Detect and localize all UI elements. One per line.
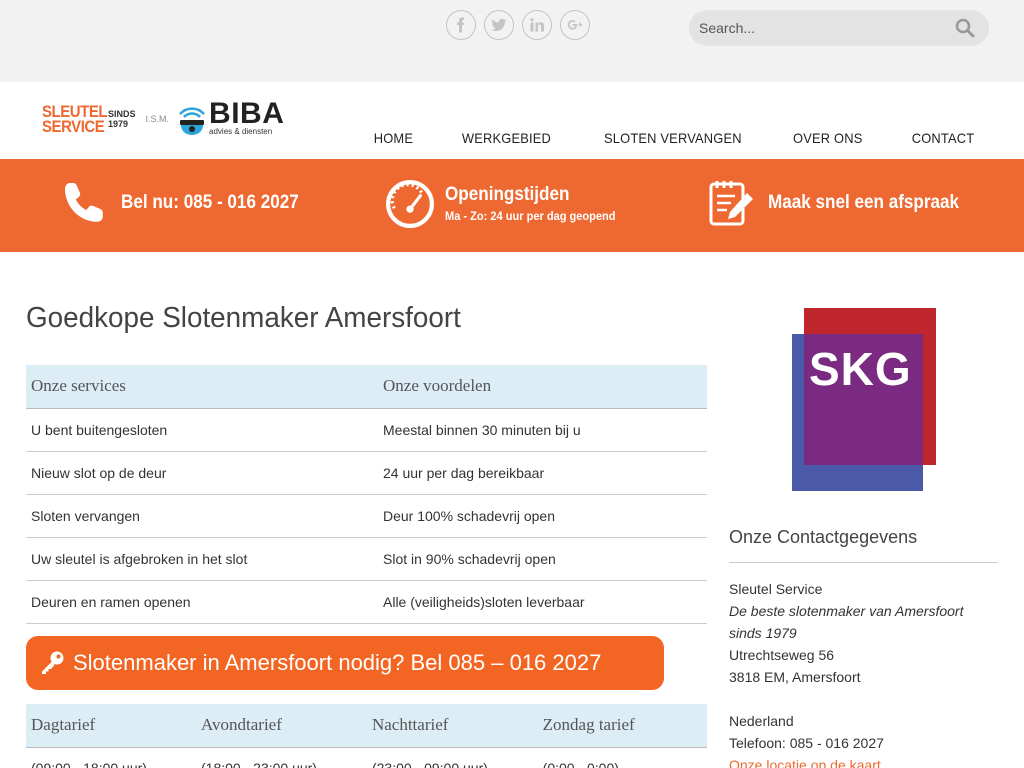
logo-sinds: SINDS (108, 108, 136, 119)
facebook-icon[interactable] (446, 10, 476, 40)
table-cell: Alle (veiligheids)sloten leverbaar (378, 580, 707, 624)
address-street: Utrechtseweg 56 (729, 647, 835, 663)
skg-label: SKG (809, 343, 912, 395)
table-header: Zondag tarief (537, 704, 707, 748)
banner-appointment-label: Maak snel een afspraak (768, 192, 960, 213)
services-table: Onze services Onze voordelen U bent buit… (26, 365, 707, 624)
table-cell: Nieuw slot op de deur (26, 451, 378, 495)
table-header: Dagtarief (26, 704, 197, 748)
nav-sloten-vervangen[interactable]: SLOTEN VERVANGEN (604, 130, 742, 146)
banner-appointment[interactable]: Maak snel een afspraak (707, 179, 980, 227)
search-box (689, 10, 989, 46)
banner-phone[interactable]: Bel nu: 085 - 016 2027 (60, 179, 319, 227)
table-cell: Meestal binnen 30 minuten bij u (378, 408, 707, 452)
logo-biba-sub: advies & diensten (209, 127, 273, 136)
table-cell: U bent buitengesloten (26, 408, 378, 452)
table-cell: (23:00 - 09:00 uur) (371, 759, 488, 768)
banner-hours-sub: Ma - Zo: 24 uur per dag geopend (445, 208, 616, 223)
key-icon (42, 651, 64, 674)
edit-form-icon (709, 181, 753, 226)
table-header: Nachttarief (366, 704, 538, 748)
cta-label: Slotenmaker in Amersfoort nodig? Bel 085… (73, 650, 602, 675)
clock-icon (386, 180, 434, 228)
table-cell: Slot in 90% schadevrij open (378, 537, 707, 581)
table-row: (09:00 - 18:00 uur) (18:00 - 23:00 uur) … (26, 747, 707, 768)
table-header-row: Onze services Onze voordelen (26, 365, 707, 409)
search-input[interactable] (689, 10, 939, 46)
table-row: Sloten vervangen Deur 100% schadevrij op… (26, 494, 707, 538)
table-row: Uw sleutel is afgebroken in het slot Slo… (26, 537, 707, 581)
divider (729, 562, 998, 563)
biba-logo: BIBA advies & diensten (177, 97, 285, 136)
nav-contact[interactable]: CONTACT (912, 130, 975, 146)
logo-biba: BIBA (209, 97, 285, 130)
logo-service: SERVICE (42, 116, 105, 136)
table-cell: (09:00 - 18:00 uur) (31, 759, 147, 768)
info-banner: Bel nu: 085 - 016 2027 Openingstijden Ma… (0, 159, 1024, 252)
top-bar (0, 0, 1024, 82)
phone-icon (65, 183, 103, 222)
table-row: Deuren en ramen openen Alle (veiligheids… (26, 580, 707, 624)
table-header: Onze services (26, 365, 378, 409)
site-header: SLEUTEL SERVICE SINDS 1979 I.S.M. BIBA a… (0, 82, 1024, 159)
table-row: U bent buitengesloten Meestal binnen 30 … (26, 408, 707, 452)
main-nav: HOME WERKGEBIED SLOTEN VERVANGEN OVER ON… (372, 130, 977, 146)
sleutel-service-logo: SLEUTEL SERVICE SINDS 1979 (42, 103, 136, 136)
banner-hours-title: Openingstijden (445, 183, 570, 205)
contact-phone: Telefoon: 085 - 016 2027 (729, 735, 884, 751)
page-title: Goedkope Slotenmaker Amersfoort (26, 302, 461, 334)
biba-wifi-icon (179, 106, 205, 135)
google-plus-icon[interactable] (560, 10, 590, 40)
table-header: Onze voordelen (378, 365, 707, 409)
contact-info: Sleutel Service De beste slotenmaker van… (729, 578, 979, 768)
map-link[interactable]: Onze locatie op de kaart (729, 757, 881, 768)
table-header-row: Dagtarief Avondtarief Nachttarief Zondag… (26, 704, 707, 748)
logo-ism: I.S.M. (145, 113, 170, 124)
contact-title: Onze Contactgegevens (729, 527, 918, 547)
address-city: 3818 EM, Amersfoort (729, 669, 861, 685)
table-row: Nieuw slot op de deur 24 uur per dag ber… (26, 451, 707, 495)
company-tagline: De beste slotenmaker van Amersfoort sind… (729, 603, 964, 641)
banner-hours: Openingstijden Ma - Zo: 24 uur per dag g… (385, 179, 630, 229)
banner-phone-label: Bel nu: 085 - 016 2027 (121, 192, 299, 213)
address-country: Nederland (729, 713, 794, 729)
table-cell: Deur 100% schadevrij open (378, 494, 707, 538)
company-name: Sleutel Service (729, 581, 823, 597)
skg-logo: SKG (792, 308, 936, 491)
table-header: Avondtarief (196, 704, 367, 748)
rates-table: Dagtarief Avondtarief Nachttarief Zondag… (26, 704, 707, 768)
linkedin-icon[interactable] (522, 10, 552, 40)
call-to-action-button[interactable]: Slotenmaker in Amersfoort nodig? Bel 085… (26, 636, 664, 690)
table-cell: (18:00 - 23:00 uur) (201, 759, 317, 768)
logo-year: 1979 (108, 118, 129, 129)
logo[interactable]: SLEUTEL SERVICE SINDS 1979 I.S.M. BIBA a… (42, 97, 285, 137)
twitter-icon[interactable] (484, 10, 514, 40)
table-cell: 24 uur per dag bereikbaar (378, 451, 707, 495)
table-cell: Sloten vervangen (26, 494, 378, 538)
nav-werkgebied[interactable]: WERKGEBIED (462, 130, 551, 146)
social-links (446, 10, 590, 40)
nav-over-ons[interactable]: OVER ONS (793, 130, 862, 146)
search-icon[interactable] (955, 18, 975, 38)
table-cell: (0:00 - 0:00) (542, 759, 619, 768)
table-cell: Deuren en ramen openen (26, 580, 378, 624)
nav-home[interactable]: HOME (374, 130, 413, 146)
table-cell: Uw sleutel is afgebroken in het slot (26, 537, 378, 581)
